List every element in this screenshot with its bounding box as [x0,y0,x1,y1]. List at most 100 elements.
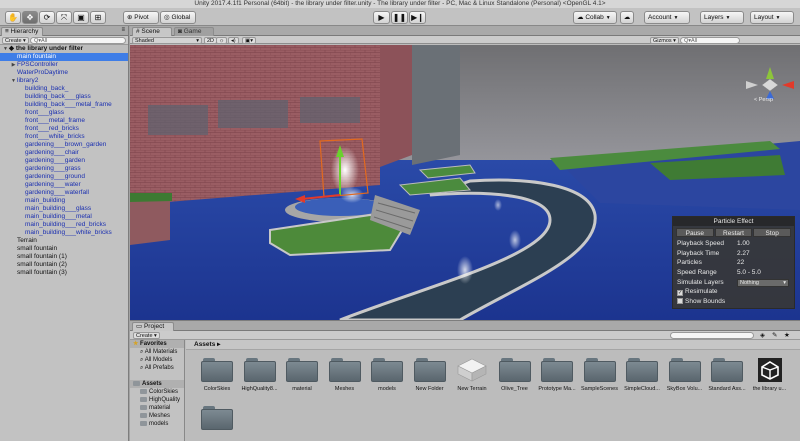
hierarchy-search-input[interactable]: Q▾All [30,37,126,44]
hierarchy-item[interactable]: main_building___red_bricks [0,221,128,229]
hierarchy-item[interactable]: small fountain [0,245,128,253]
account-dropdown[interactable]: Account ▼ [644,11,690,24]
rect-tool-button[interactable]: ▣ [73,11,89,24]
hierarchy-item[interactable]: gardening___chair [0,149,128,157]
asset-item[interactable]: SampleScenes [579,358,621,392]
project-create-dropdown[interactable]: Create ▾ [133,332,160,339]
tree-item[interactable]: ⌕ All Materials [130,348,184,356]
asset-breadcrumb[interactable]: Assets ▸ [186,340,800,350]
asset-item[interactable]: Olive_Tree [494,358,536,392]
asset-item[interactable]: Standard Ass... [706,358,748,392]
asset-item[interactable]: New Terrain [451,358,493,392]
asset-item[interactable]: ColorSkies [196,358,238,392]
hierarchy-item[interactable]: gardening___ground [0,173,128,181]
rotate-tool-button[interactable]: ⟳ [39,11,55,24]
hierarchy-item[interactable]: gardening___waterfall [0,189,128,197]
layout-dropdown[interactable]: Layout ▼ [750,11,794,24]
services-button[interactable]: ☁ [620,11,634,24]
asset-item[interactable]: the library u... [749,358,791,392]
hierarchy-item[interactable]: gardening___water [0,181,128,189]
hierarchy-item[interactable]: small fountain (2) [0,261,128,269]
tree-section-header[interactable]: ★ Favorites [130,340,184,348]
hand-tool-button[interactable]: ✋ [5,11,21,24]
tree-item[interactable]: models [130,420,184,428]
step-button[interactable]: ▶❙ [409,11,426,24]
hierarchy-item[interactable]: gardening___garden [0,157,128,165]
project-search-input[interactable] [670,332,754,339]
hierarchy-item[interactable]: main_building___metal [0,213,128,221]
tree-item[interactable]: ⌕ All Models [130,356,184,364]
hierarchy-item[interactable]: main fountain [0,53,128,61]
hierarchy-item[interactable]: Terrain [0,237,128,245]
particle-row-value[interactable]: 2.27 [737,249,750,259]
particle-row-value[interactable]: 22 [737,258,744,268]
asset-item[interactable]: SimpleCloud... [621,358,663,392]
panel-menu-icon[interactable]: ≡ [121,27,125,33]
shading-dropdown[interactable]: Shaded ▾ [132,37,202,44]
asset-item[interactable]: Meshes [324,358,366,392]
global-toggle[interactable]: ◎ Global [160,11,196,24]
hierarchy-item[interactable]: main_building___glass [0,205,128,213]
hierarchy-item[interactable]: building_back___glass [0,93,128,101]
tab-scene[interactable]: # Scene [132,27,172,36]
hierarchy-item[interactable]: main_building___white_bricks [0,229,128,237]
filter-by-type-icon[interactable]: ◈ [760,331,765,339]
tree-item[interactable]: ColorSkies [130,388,184,396]
hierarchy-item[interactable]: front___white_bricks [0,133,128,141]
asset-item[interactable] [196,406,238,434]
hierarchy-item[interactable]: front___glass [0,109,128,117]
pause-button[interactable]: ❚❚ [391,11,408,24]
favorite-star-icon[interactable]: ★ [784,331,790,339]
hierarchy-item[interactable]: small fountain (3) [0,269,128,277]
expand-arrow-icon[interactable]: ▼ [10,77,17,85]
tree-item[interactable]: Meshes [130,412,184,420]
tree-item[interactable]: HighQuality [130,396,184,404]
collapse-arrow-icon[interactable]: ▶ [10,61,17,69]
asset-item[interactable]: New Folder [409,358,451,392]
stop-button[interactable]: Stop [753,228,792,237]
create-dropdown[interactable]: Create ▾ [2,37,29,44]
transform-tool-button[interactable]: ⊞ [90,11,106,24]
hierarchy-item[interactable]: ▼library2 [0,77,128,85]
scene-search-input[interactable]: Q▾All [680,37,740,44]
perspective-label[interactable]: < Persp [754,97,773,103]
asset-item[interactable]: Prototype Ma... [536,358,578,392]
move-tool-button[interactable]: ✥ [22,11,38,24]
resimulate-checkbox[interactable]: ✓ [677,290,683,297]
play-button[interactable]: ▶ [373,11,390,24]
tab-game[interactable]: ◙ Game [174,27,214,36]
expand-arrow-icon[interactable]: ▼ [2,45,9,53]
restart-button[interactable]: Restart [714,228,753,237]
hierarchy-item[interactable]: gardening___brown_garden [0,141,128,149]
hierarchy-item[interactable]: small fountain (1) [0,253,128,261]
hierarchy-item[interactable]: WaterProDaytime [0,69,128,77]
tree-item[interactable]: ⌕ All Prefabs [130,364,184,372]
layers-dropdown[interactable]: Layers ▼ [700,11,744,24]
asset-item[interactable]: HighQuality8... [239,358,281,392]
tree-section-header[interactable]: Assets [130,380,184,388]
hierarchy-item[interactable]: building_back_ [0,85,128,93]
hierarchy-item[interactable]: front___metal_frame [0,117,128,125]
scene-root-item[interactable]: ▼◆ the library under filter [0,45,128,53]
collab-dropdown[interactable]: ☁ Collab ▼ [573,11,617,24]
tree-item[interactable]: material [130,404,184,412]
asset-item[interactable]: SkyBox Volu... [664,358,706,392]
simulate-layers-dropdown[interactable]: Nothing ▾ [737,278,789,287]
scale-tool-button[interactable]: ⤧ [56,11,72,24]
audio-icon[interactable]: ◂) [228,37,239,44]
asset-item[interactable]: material [281,358,323,392]
effects-icon[interactable]: ▣▾ [242,37,256,44]
pivot-toggle[interactable]: ⊕ Pivot [123,11,159,24]
pause-button[interactable]: Pause [676,228,714,237]
hierarchy-item[interactable]: front___red_bricks [0,125,128,133]
hierarchy-item[interactable]: ▶ FPSController [0,61,128,69]
show-bounds-checkbox[interactable] [677,298,683,305]
asset-item[interactable]: models [366,358,408,392]
hierarchy-item[interactable]: main_building [0,197,128,205]
gizmos-dropdown[interactable]: Gizmos ▾ [650,37,679,44]
particle-row-value[interactable]: 5.0 - 5.0 [737,268,761,278]
label-icon[interactable]: ✎ [772,331,777,339]
hierarchy-item[interactable]: building_back___metal_frame [0,101,128,109]
tab-hierarchy[interactable]: ≡ Hierarchy [1,27,44,36]
hierarchy-item[interactable]: gardening___grass [0,165,128,173]
